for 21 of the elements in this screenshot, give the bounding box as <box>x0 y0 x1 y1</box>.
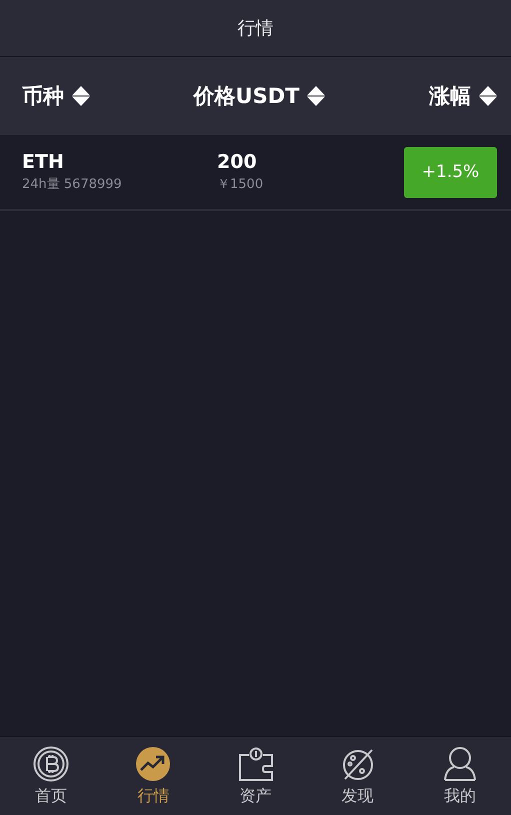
sort-icon <box>72 86 90 106</box>
coin-icon <box>33 746 70 782</box>
coin-symbol: ETH <box>22 151 65 173</box>
trend-chart-icon <box>135 746 172 782</box>
column-heading[interactable]: 价格USDT <box>194 82 300 110</box>
tab-item[interactable]: 发现 <box>306 737 409 815</box>
tab-item[interactable]: 我的 <box>408 737 511 815</box>
user-icon <box>442 746 478 782</box>
sort-icon <box>478 86 497 106</box>
price-text: 200 <box>217 151 258 173</box>
column-heading[interactable]: 币种 <box>22 82 64 110</box>
column-heading[interactable]: 涨幅 <box>428 82 471 110</box>
sort-icon <box>307 86 326 106</box>
change-badge: +1.5% <box>404 146 497 198</box>
cny-price-text: ￥1500 <box>217 176 264 193</box>
volume-text: 24h量 5678999 <box>22 176 123 193</box>
wallet-icon <box>238 746 274 782</box>
tab-item[interactable]: 首页 <box>0 737 102 815</box>
tab-item[interactable]: 行情 <box>102 737 204 815</box>
page-title: 行情 <box>238 17 274 40</box>
tab-item[interactable]: 资产 <box>204 737 307 815</box>
